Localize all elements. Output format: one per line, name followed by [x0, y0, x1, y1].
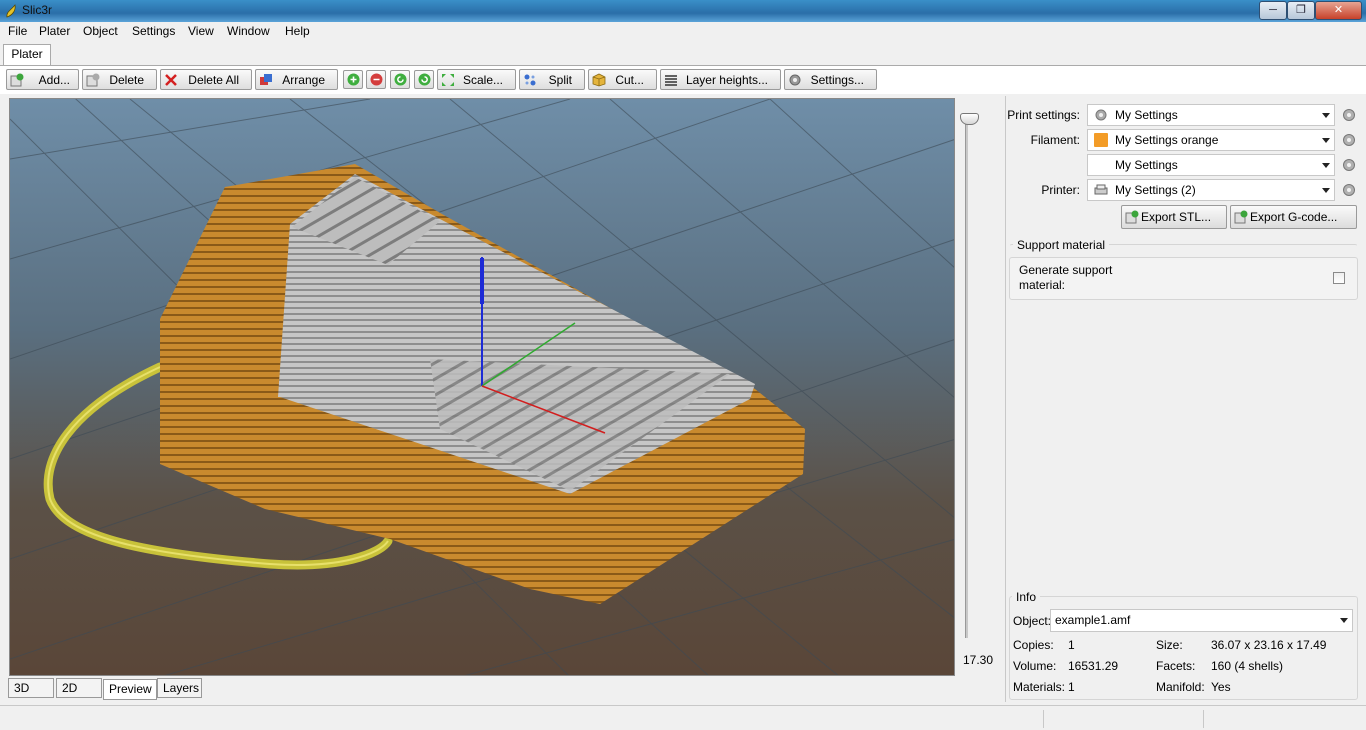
status-bar [0, 705, 1366, 730]
export-stl-icon [1125, 210, 1139, 224]
manifold-value: Yes [1211, 680, 1231, 694]
layer-slider-track[interactable] [965, 122, 968, 638]
object-settings-button[interactable]: Settings... [784, 69, 877, 90]
chevron-down-icon [1340, 618, 1348, 623]
facets-label: Facets: [1156, 659, 1196, 673]
menu-plater[interactable]: Plater [39, 24, 70, 38]
rotate-left-icon [394, 73, 407, 86]
plater-toolbar: Add... Delete Delete All Arrange Scale..… [0, 66, 1366, 94]
close-button[interactable]: ✕ [1315, 1, 1362, 20]
manifold-label: Manifold: [1156, 680, 1205, 694]
filament-label: Filament: [1030, 133, 1080, 147]
filament2-gear-icon[interactable] [1342, 158, 1356, 172]
status-separator [1203, 710, 1204, 728]
view-tab-3d[interactable]: 3D [8, 678, 54, 698]
chevron-down-icon [1322, 188, 1330, 193]
window-title: Slic3r [22, 3, 53, 17]
info-title: Info [1012, 590, 1041, 604]
generate-support-label-2: material: [1019, 278, 1066, 292]
menu-bar: File Plater Object Settings View Window … [0, 22, 1366, 41]
layer-slider-area [957, 98, 1003, 676]
delete-all-button[interactable]: Delete All [160, 69, 252, 90]
materials-value: 1 [1068, 680, 1075, 694]
chevron-down-icon [1322, 163, 1330, 168]
chevron-down-icon [1322, 138, 1330, 143]
object-label: Object: [1013, 614, 1052, 628]
filament2-combo[interactable]: My Settings [1087, 154, 1335, 176]
maximize-button[interactable]: ❐ [1287, 1, 1315, 20]
preview-viewport[interactable] [9, 98, 955, 676]
menu-help[interactable]: Help [285, 24, 310, 38]
print-settings-combo[interactable]: My Settings [1087, 104, 1335, 126]
increase-copies-button[interactable] [343, 70, 363, 89]
cut-button[interactable]: Cut... [588, 69, 657, 90]
layer-height-value: 17.30 [963, 653, 994, 667]
view-tab-2d[interactable]: 2D [56, 678, 102, 698]
scale-button[interactable]: Scale... [437, 69, 516, 90]
title-bar: Slic3r ─ ❐ ✕ [0, 0, 1366, 22]
size-value: 36.07 x 23.16 x 17.49 [1211, 638, 1327, 652]
decrease-copies-button[interactable] [366, 70, 386, 89]
export-stl-button[interactable]: Export STL... [1121, 205, 1227, 229]
arrange-button[interactable]: Arrange [255, 69, 338, 90]
preview-canvas [10, 99, 954, 675]
view-tab-preview[interactable]: Preview [103, 679, 157, 700]
filament-gear-icon[interactable] [1342, 133, 1356, 147]
printer-combo[interactable]: My Settings (2) [1087, 179, 1335, 201]
rotate-cw-button[interactable] [414, 70, 434, 89]
chevron-down-icon [1322, 113, 1330, 118]
menu-object[interactable]: Object [83, 24, 118, 38]
tab-plater[interactable]: Plater [3, 44, 51, 65]
export-gcode-button[interactable]: Export G-code... [1230, 205, 1357, 229]
remove-copy-icon [370, 73, 383, 86]
object-select[interactable]: example1.amf [1050, 609, 1353, 632]
gear-icon [1095, 109, 1107, 121]
slic3r-logo-icon [6, 4, 16, 18]
menu-settings[interactable]: Settings [132, 24, 175, 38]
copies-label: Copies: [1013, 638, 1054, 652]
printer-label: Printer: [1041, 183, 1080, 197]
menu-view[interactable]: View [188, 24, 214, 38]
generate-support-checkbox[interactable] [1333, 272, 1345, 284]
export-gcode-icon [1234, 210, 1248, 224]
printer-gear-icon[interactable] [1342, 183, 1356, 197]
layer-heights-button[interactable]: Layer heights... [660, 69, 781, 90]
filament-color-swatch-icon [1094, 133, 1108, 147]
generate-support-label-1: Generate support [1019, 263, 1113, 277]
volume-value: 16531.29 [1068, 659, 1119, 673]
add-button[interactable]: Add... [6, 69, 79, 90]
status-separator [1043, 710, 1044, 728]
menu-file[interactable]: File [8, 24, 27, 38]
print-settings-gear-icon[interactable] [1342, 108, 1356, 122]
support-material-title: Support material [1013, 238, 1110, 252]
split-button[interactable]: Split [519, 69, 585, 90]
add-copy-icon [347, 73, 360, 86]
main-tab-row: Plater [0, 41, 1366, 66]
menu-window[interactable]: Window [227, 24, 270, 38]
rotate-right-icon [418, 73, 431, 86]
view-tab-layers[interactable]: Layers [157, 678, 202, 698]
materials-label: Materials: [1013, 680, 1066, 694]
printer-icon [1094, 184, 1108, 195]
volume-label: Volume: [1013, 659, 1057, 673]
copies-value: 1 [1068, 638, 1075, 652]
print-settings-label: Print settings: [1007, 108, 1080, 122]
size-label: Size: [1156, 638, 1183, 652]
rotate-ccw-button[interactable] [390, 70, 410, 89]
facets-value: 160 (4 shells) [1211, 659, 1284, 673]
minimize-button[interactable]: ─ [1259, 1, 1287, 20]
delete-button[interactable]: Delete [82, 69, 157, 90]
filament-combo[interactable]: My Settings orange [1087, 129, 1335, 151]
